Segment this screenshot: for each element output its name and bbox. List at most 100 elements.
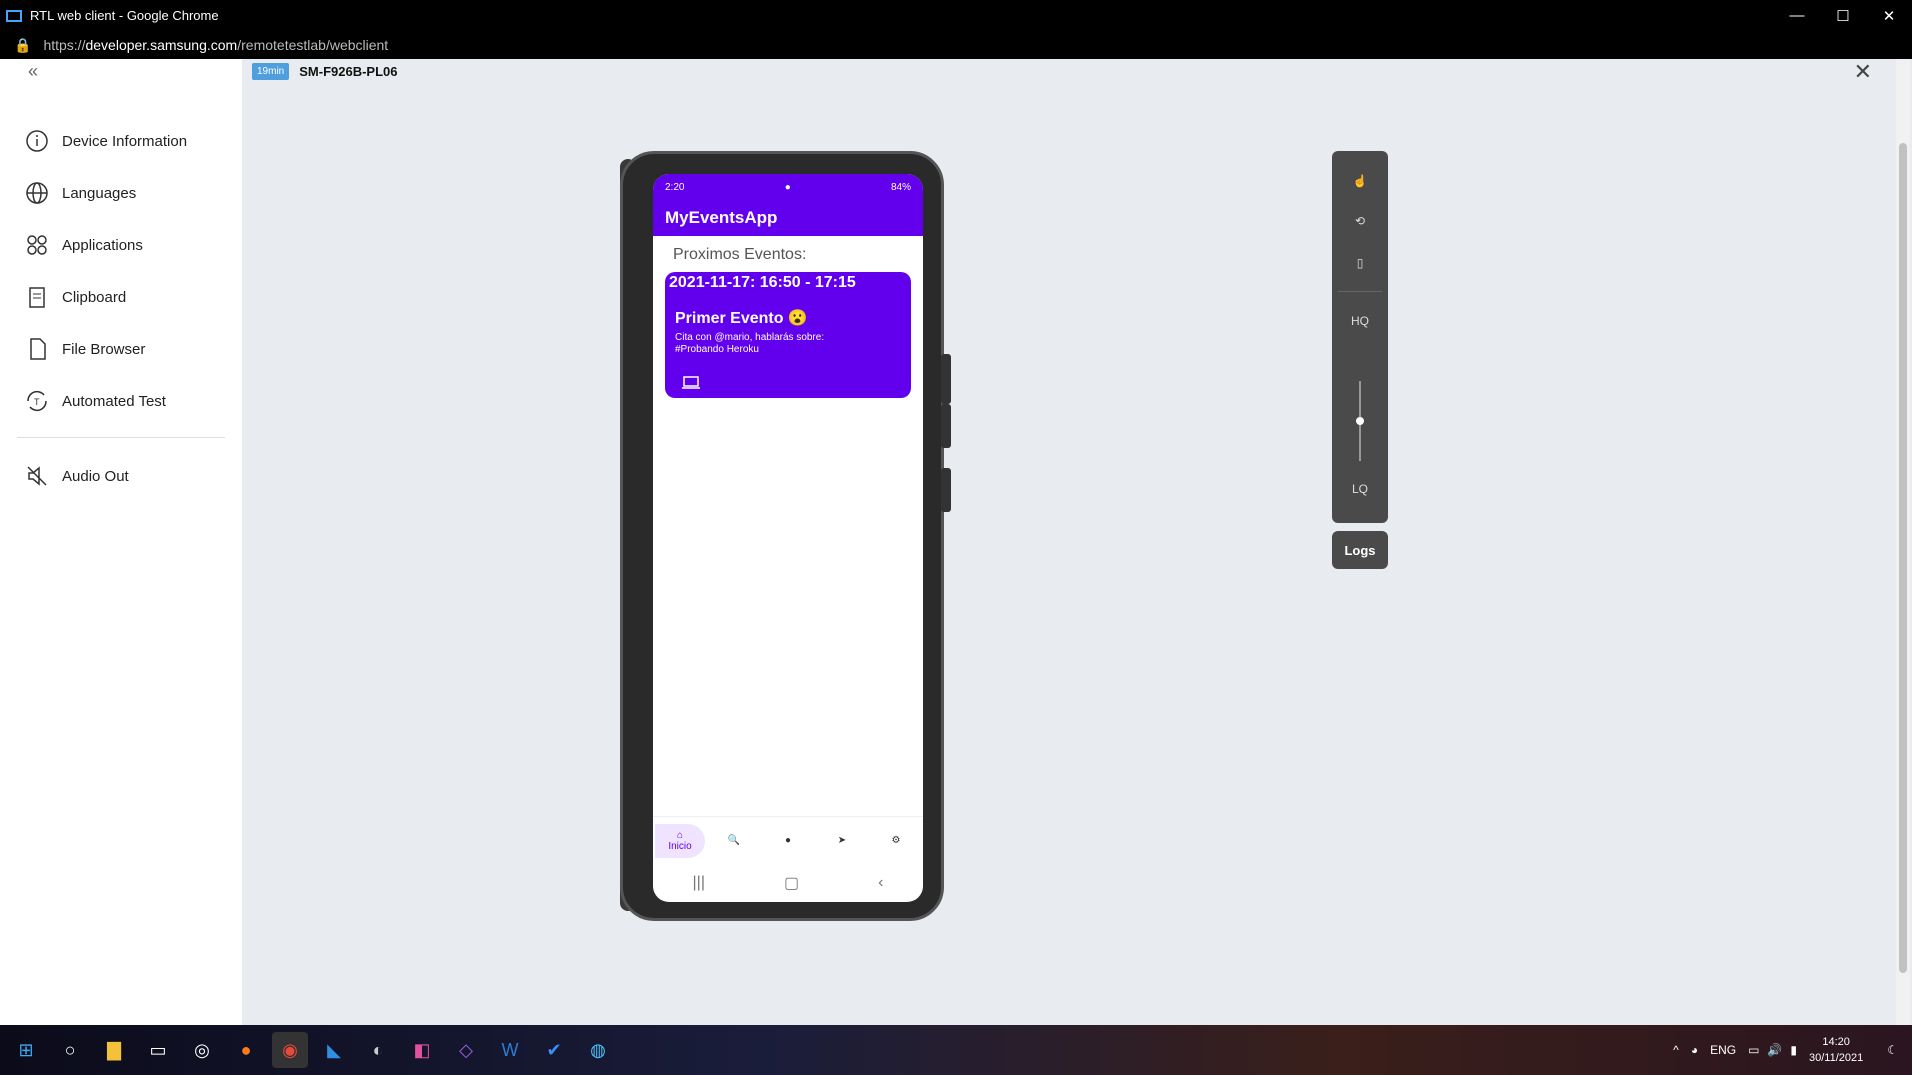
- sidebar-item-automated-test[interactable]: T Automated Test: [0, 375, 242, 427]
- globe-icon: [26, 182, 48, 204]
- nav-send[interactable]: ➤: [817, 835, 867, 846]
- close-window-button[interactable]: ✕: [1866, 0, 1912, 31]
- send-icon: ➤: [837, 835, 847, 846]
- nav-search[interactable]: 🔍: [709, 835, 759, 846]
- windows-start-icon[interactable]: ⊞: [8, 1032, 44, 1068]
- rtl-app-icon: [6, 9, 22, 22]
- home-button-icon[interactable]: ▢: [784, 873, 799, 893]
- phone-side-button: [941, 404, 951, 448]
- eclipse-icon[interactable]: ◐: [360, 1032, 396, 1068]
- nav-home[interactable]: ⌂ Inicio: [655, 823, 705, 858]
- clock[interactable]: 14:20 30/11/2021: [1809, 1034, 1863, 1066]
- maximize-button[interactable]: ☐: [1820, 0, 1866, 31]
- clock-time: 14:20: [1822, 1036, 1850, 1048]
- chrome-icon[interactable]: ◉: [272, 1032, 308, 1068]
- sidebar-item-audio-out[interactable]: Audio Out: [0, 450, 242, 502]
- nav-home-label: Inicio: [668, 840, 692, 852]
- terminal-icon[interactable]: ▭: [140, 1032, 176, 1068]
- device-name: SM-F926B-PL06: [299, 63, 398, 79]
- event-desc: Cita con @mario, hablarás sobre:: [675, 332, 825, 343]
- phone-frame: 2:20 ● 84% MyEventsApp Proximos Eventos:…: [620, 151, 951, 921]
- notification-icon[interactable]: ☾: [1887, 1043, 1898, 1057]
- hq-label[interactable]: HQ: [1332, 301, 1388, 341]
- quality-slider[interactable]: [1356, 381, 1364, 461]
- phone-side-button: [941, 468, 951, 512]
- camera-hole-icon: ●: [784, 181, 791, 193]
- url-scheme: https://: [43, 37, 86, 53]
- search-icon[interactable]: ○: [52, 1032, 88, 1068]
- system-nav-bar: ||| ▢ ‹: [653, 864, 923, 902]
- collapse-sidebar-icon[interactable]: «: [28, 61, 38, 82]
- session-timer-badge: 19min: [252, 62, 290, 80]
- status-battery: 84%: [890, 181, 911, 193]
- account-icon: ●: [784, 835, 792, 846]
- clipboard-icon: [29, 287, 45, 308]
- chevron-up-icon[interactable]: ^: [1673, 1043, 1679, 1057]
- nav-settings[interactable]: ⚙: [871, 835, 921, 846]
- language-indicator[interactable]: ENG: [1710, 1043, 1736, 1057]
- status-time: 2:20: [665, 181, 685, 193]
- firefox-icon[interactable]: ●: [228, 1032, 264, 1068]
- phone-screen[interactable]: 2:20 ● 84% MyEventsApp Proximos Eventos:…: [653, 174, 923, 902]
- intellij-icon[interactable]: ◧: [404, 1032, 440, 1068]
- bottom-nav: ⌂ Inicio 🔍 ● ➤ ⚙: [653, 816, 923, 864]
- phone-side-button: [941, 354, 951, 404]
- sidebar-item-label: File Browser: [62, 340, 146, 358]
- obs-icon[interactable]: ◎: [184, 1032, 220, 1068]
- app-body: Proximos Eventos: 2021-11-17: 16:50 - 17…: [653, 236, 923, 408]
- phone-outline-icon[interactable]: ▯: [1332, 243, 1388, 283]
- touch-icon[interactable]: ☝: [1332, 161, 1388, 201]
- url-path: /remotetestlab/webclient: [237, 37, 389, 53]
- gear-icon: ⚙: [891, 835, 901, 846]
- visual-studio-icon[interactable]: ◇: [448, 1032, 484, 1068]
- word-icon[interactable]: W: [492, 1032, 528, 1068]
- volume-icon[interactable]: 🔊: [1767, 1043, 1782, 1057]
- close-session-icon[interactable]: ✕: [1854, 59, 1872, 85]
- battery-icon[interactable]: ▮: [1790, 1043, 1797, 1057]
- sidebar-item-device-information[interactable]: Device Information: [0, 115, 242, 167]
- section-label: Proximos Eventos:: [673, 246, 807, 263]
- sidebar-item-label: Device Information: [62, 132, 188, 150]
- nav-profile[interactable]: ●: [763, 835, 813, 846]
- discord-icon[interactable]: ◕: [1691, 1043, 1698, 1057]
- svg-text:T: T: [34, 397, 40, 407]
- device-control-panel: ☝ ⟲ ▯ HQ LQ: [1332, 151, 1388, 523]
- network-icon[interactable]: ▭: [1748, 1043, 1759, 1057]
- event-title: Primer Evento 😮: [675, 310, 808, 327]
- sidebar-divider: [17, 437, 225, 438]
- logs-button[interactable]: Logs: [1332, 531, 1388, 569]
- sidebar-item-applications[interactable]: Applications: [0, 219, 242, 271]
- window-titlebar: RTL web client - Google Chrome — ☐ ✕: [0, 0, 1912, 31]
- quality-slider-knob[interactable]: [1356, 417, 1364, 425]
- file-icon: [30, 338, 46, 360]
- speaker-muted-icon: [27, 466, 47, 486]
- lq-label[interactable]: LQ: [1332, 469, 1388, 509]
- control-divider: [1338, 291, 1382, 292]
- rotate-icon[interactable]: ⟲: [1332, 201, 1388, 241]
- sidebar-item-languages[interactable]: Languages: [0, 167, 242, 219]
- back-icon[interactable]: ‹: [878, 874, 883, 892]
- sidebar-item-label: Clipboard: [62, 288, 127, 306]
- recents-icon[interactable]: |||: [693, 874, 705, 892]
- file-explorer-icon[interactable]: ▇: [96, 1032, 132, 1068]
- scrollbar-thumb[interactable]: [1899, 143, 1907, 973]
- sidebar-menu: Device Information Languages Application…: [0, 115, 242, 502]
- minimize-button[interactable]: —: [1774, 0, 1820, 31]
- app-icon[interactable]: ◍: [580, 1032, 616, 1068]
- todo-icon[interactable]: ✔: [536, 1032, 572, 1068]
- sidebar-item-clipboard[interactable]: Clipboard: [0, 271, 242, 323]
- sidebar-item-file-browser[interactable]: File Browser: [0, 323, 242, 375]
- vscode-icon[interactable]: ◣: [316, 1032, 352, 1068]
- clock-date: 30/11/2021: [1808, 1052, 1864, 1064]
- sidebar-item-label: Languages: [62, 184, 137, 202]
- sidebar-item-label: Applications: [62, 236, 143, 254]
- app-title: MyEventsApp: [653, 200, 923, 236]
- event-card[interactable]: 2021-11-17: 16:50 - 17:15 Primer Evento …: [665, 272, 911, 398]
- home-icon: ⌂: [676, 829, 684, 841]
- search-icon: 🔍: [727, 835, 741, 846]
- device-topbar: 19min SM-F926B-PL06: [252, 59, 398, 83]
- page-scrollbar[interactable]: [1896, 59, 1910, 1025]
- system-tray: ^ ◕ ENG ▭ 🔊 ▮ 14:20 30/11/2021 ☾: [1673, 1025, 1912, 1075]
- sidebar: « Device Information Languages Applicati…: [0, 59, 242, 1025]
- address-bar[interactable]: 🔒 https:// developer.samsung.com /remote…: [0, 31, 1912, 59]
